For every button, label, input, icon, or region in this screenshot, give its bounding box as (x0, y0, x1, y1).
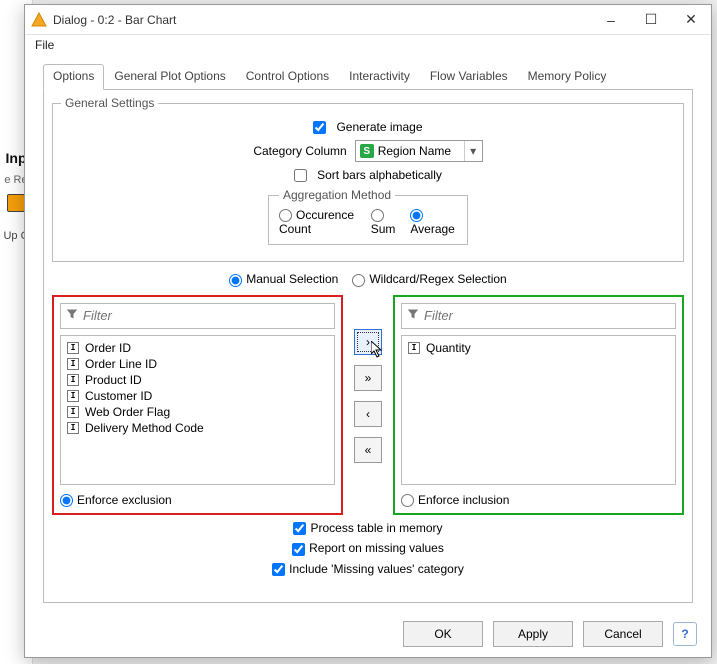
list-item[interactable]: I Product ID (67, 372, 328, 388)
generate-image-label: Generate image (336, 120, 422, 134)
list-item-label: Customer ID (85, 389, 152, 403)
chevron-down-icon: ▾ (464, 141, 482, 161)
dual-list: I Order ID I Order Line ID I Product ID I Custo… (52, 295, 684, 515)
tab-options[interactable]: Options (43, 64, 104, 90)
close-button[interactable]: ✕ (671, 5, 711, 34)
report-missing-checkbox[interactable]: Report on missing values (292, 541, 444, 555)
tab-control[interactable]: Control Options (236, 64, 339, 90)
tab-strip: Options General Plot Options Control Opt… (43, 63, 693, 90)
integer-type-icon: I (67, 406, 79, 418)
integer-type-icon: I (67, 422, 79, 434)
mover-buttons: › » ‹ « (353, 295, 383, 515)
app-icon (31, 12, 47, 28)
dialog-window: Dialog - 0:2 - Bar Chart – ☐ ✕ File Opti… (24, 4, 712, 658)
list-item[interactable]: I Quantity (408, 340, 669, 356)
enforce-inclusion-option[interactable]: Enforce inclusion (401, 493, 509, 507)
filter-icon (61, 308, 83, 323)
maximize-button[interactable]: ☐ (631, 5, 671, 34)
integer-type-icon: I (67, 374, 79, 386)
integer-type-icon: I (67, 342, 79, 354)
apply-button[interactable]: Apply (493, 621, 573, 647)
string-type-icon: S (360, 144, 374, 158)
agg-occurrence-option[interactable]: Occurence Count (279, 208, 363, 236)
add-all-button[interactable]: » (354, 365, 382, 391)
integer-type-icon: I (67, 358, 79, 370)
include-filter-input[interactable] (424, 304, 675, 328)
sort-bars-label: Sort bars alphabetically (317, 168, 442, 182)
tab-general-plot[interactable]: General Plot Options (104, 64, 235, 90)
exclude-box: I Order ID I Order Line ID I Product ID I Custo… (52, 295, 343, 515)
exclude-list[interactable]: I Order ID I Order Line ID I Product ID I Custo… (60, 335, 335, 485)
list-item[interactable]: I Delivery Method Code (67, 420, 328, 436)
filter-icon (402, 308, 424, 323)
enforce-exclusion-option[interactable]: Enforce exclusion (60, 493, 172, 507)
include-list[interactable]: I Quantity (401, 335, 676, 485)
integer-type-icon: I (408, 342, 420, 354)
integer-type-icon: I (67, 390, 79, 402)
list-item[interactable]: I Web Order Flag (67, 404, 328, 420)
include-box: I Quantity Enforce inclusion (393, 295, 684, 515)
category-column-value: Region Name (378, 144, 464, 158)
process-memory-checkbox[interactable]: Process table in memory (293, 521, 442, 535)
exclude-filter-input[interactable] (83, 304, 334, 328)
exclude-filter (60, 303, 335, 329)
list-item-label: Web Order Flag (85, 405, 170, 419)
tab-memory[interactable]: Memory Policy (518, 64, 617, 90)
help-button[interactable]: ? (673, 622, 697, 646)
sort-bars-checkbox[interactable] (294, 169, 307, 182)
window-title: Dialog - 0:2 - Bar Chart (53, 13, 591, 27)
list-item-label: Product ID (85, 373, 142, 387)
remove-all-button[interactable]: « (354, 437, 382, 463)
agg-sum-option[interactable]: Sum (371, 208, 403, 236)
list-item-label: Order ID (85, 341, 131, 355)
generate-image-checkbox[interactable] (313, 121, 326, 134)
category-column-label: Category Column (253, 144, 346, 158)
agg-average-option[interactable]: Average (410, 208, 457, 236)
add-button[interactable]: › (354, 329, 382, 355)
general-settings-group: General Settings Generate image Category… (52, 96, 684, 262)
tab-interactivity[interactable]: Interactivity (339, 64, 420, 90)
list-item-label: Delivery Method Code (85, 421, 204, 435)
list-item[interactable]: I Customer ID (67, 388, 328, 404)
menu-file[interactable]: File (25, 35, 711, 55)
regex-selection-option[interactable]: Wildcard/Regex Selection (352, 272, 506, 286)
aggregation-group: Aggregation Method Occurence Count Sum A… (268, 188, 468, 245)
tab-flow-vars[interactable]: Flow Variables (420, 64, 518, 90)
list-item[interactable]: I Order ID (67, 340, 328, 356)
bg-icon (7, 194, 25, 212)
include-filter (401, 303, 676, 329)
category-column-combo[interactable]: S Region Name ▾ (355, 140, 483, 162)
manual-selection-option[interactable]: Manual Selection (229, 272, 338, 286)
remove-button[interactable]: ‹ (354, 401, 382, 427)
minimize-button[interactable]: – (591, 5, 631, 34)
cancel-button[interactable]: Cancel (583, 621, 663, 647)
list-item[interactable]: I Order Line ID (67, 356, 328, 372)
list-item-label: Quantity (426, 341, 471, 355)
include-missing-checkbox[interactable]: Include 'Missing values' category (272, 562, 464, 576)
options-panel: General Settings Generate image Category… (43, 90, 693, 603)
ok-button[interactable]: OK (403, 621, 483, 647)
general-legend: General Settings (61, 96, 158, 110)
titlebar: Dialog - 0:2 - Bar Chart – ☐ ✕ (25, 5, 711, 35)
aggregation-legend: Aggregation Method (279, 188, 395, 202)
dialog-footer: OK Apply Cancel ? (25, 611, 711, 657)
list-item-label: Order Line ID (85, 357, 157, 371)
